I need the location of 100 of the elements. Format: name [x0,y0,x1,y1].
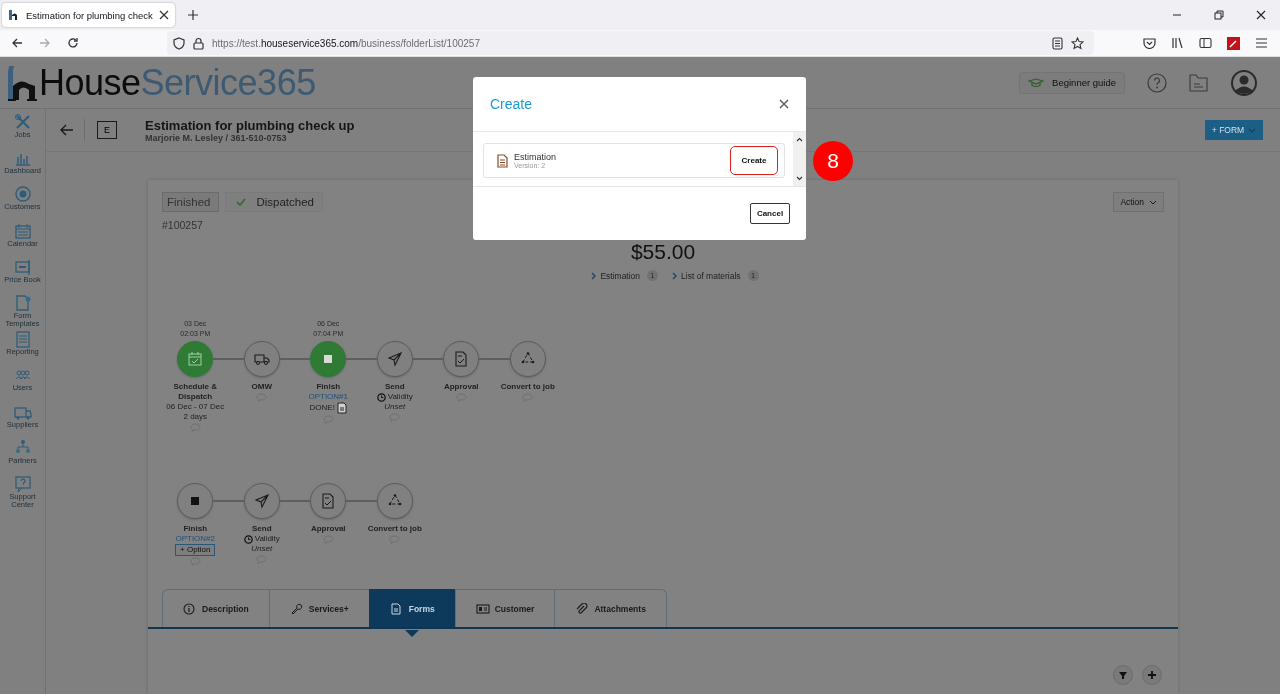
paper-plane-icon [386,351,403,367]
dialog-title: Create [490,96,533,112]
nav-icon[interactable] [13,474,32,493]
step-circle[interactable] [443,341,480,377]
menu-icon[interactable] [1255,37,1268,49]
job-title: Estimation for plumbing check up [145,117,355,133]
chevron-icon [591,271,597,280]
caret-up-icon[interactable] [796,137,803,142]
shield-icon [173,36,185,50]
type-badge: E [97,121,117,139]
status-text: DONE! [309,403,335,413]
id-card-icon [475,602,490,615]
wrench-icon [289,602,304,615]
document-icon [497,153,508,168]
step-label: OMW [250,382,273,392]
close-icon[interactable] [779,99,789,109]
step-label: Approval [309,524,347,534]
option-link[interactable]: OPTION#2 [175,534,216,544]
calendar-icon [187,351,204,367]
scrollbar[interactable] [793,132,806,186]
graduation-cap-icon [1028,77,1045,88]
customer-info: Marjorie M. Lesley / 361-510-0753 [145,132,287,143]
library-icon[interactable] [1171,37,1184,49]
caret-icon [1248,127,1257,133]
step-label: Finish [315,382,342,392]
nav-icon[interactable] [13,293,32,312]
step-circle[interactable] [509,341,546,377]
cancel-button[interactable]: Cancel [750,203,790,224]
truck-icon [253,351,270,367]
back-icon[interactable] [11,37,23,49]
step-label: Convert to job [499,382,556,392]
status-chip[interactable]: Dispatched [225,192,323,212]
paper-plane-icon [253,493,270,509]
folder-icon[interactable] [1189,73,1208,92]
step-circle[interactable] [376,483,413,519]
restore-icon[interactable] [1214,10,1224,20]
form-button[interactable]: + FORM [1205,120,1263,140]
tab[interactable]: Description [162,589,269,627]
total-amount: $55.00 [629,240,697,264]
option-link[interactable]: OPTION#1 [308,392,349,402]
document-icon [389,602,404,615]
reload-icon[interactable] [67,37,79,49]
step-note: Unset [251,544,273,554]
step-label: Finish [182,524,209,534]
tab[interactable]: Services+ [268,589,369,627]
job-number: #100257 [162,219,204,231]
step-circle[interactable] [243,341,280,377]
avatar-icon[interactable] [1230,68,1258,97]
help-icon[interactable] [1147,72,1167,93]
reader-icon[interactable] [1052,36,1063,50]
status-chip[interactable]: Finished [162,192,220,212]
validity-label: Validity [387,392,413,402]
close-icon[interactable] [1256,10,1266,20]
logo-icon [8,9,20,21]
step-label: Approval [442,382,480,392]
plus-icon[interactable] [186,9,199,21]
step-circle[interactable] [310,341,347,377]
caret-down-icon[interactable] [796,176,803,181]
document-check-icon [320,493,337,509]
address-bar[interactable]: https://test.houseservice365.com/business/folderList/100257 [167,31,1094,55]
nav-icon[interactable] [13,257,32,276]
caret-icon [1149,199,1157,205]
tab-title: Estimation for plumbing check [26,9,153,21]
add-option-button[interactable]: + Option [175,544,216,556]
nav-icon[interactable] [13,330,32,349]
info-icon [183,602,197,615]
clock-icon [243,534,253,544]
nav-icon[interactable] [13,185,32,204]
tab[interactable]: Customer [454,589,555,627]
step-label: Send [250,524,273,534]
step-detail: 06 Dec - 07 Dec [166,402,225,412]
document-icon[interactable] [336,402,347,414]
logo-text: HouseService365 [39,64,316,101]
url-text: https://test.houseservice365.com/business/folderList/100257 [212,37,480,49]
close-icon[interactable] [158,10,169,20]
step-circle[interactable] [177,483,214,519]
step-circle[interactable] [243,483,280,519]
tab[interactable]: Attachments [554,589,667,627]
step-label: Convert to job [366,524,423,534]
forward-icon[interactable] [39,37,51,49]
clock-icon [376,392,386,402]
step-label: Send [383,382,406,392]
star-icon[interactable] [1071,36,1084,50]
nav-icon[interactable] [13,113,32,131]
paperclip-icon [575,602,590,615]
step-circle[interactable] [310,483,347,519]
beginner-guide-button[interactable]: Beginner guide [1019,71,1125,94]
document-check-icon [453,351,470,367]
extension-icon[interactable] [1227,36,1240,50]
nav-icon[interactable] [13,221,32,240]
action-button[interactable]: Action [1113,192,1164,212]
pocket-icon[interactable] [1143,37,1156,49]
step-circle[interactable] [376,341,413,377]
filter-icon[interactable] [1113,665,1133,685]
plus-icon[interactable] [1142,665,1162,685]
check-icon [236,198,247,206]
sidebar-icon[interactable] [1199,37,1212,49]
browser-tab[interactable]: Estimation for plumbing check [2,3,175,27]
create-button[interactable]: Create [730,146,778,175]
step-detail: 2 days [183,412,208,422]
